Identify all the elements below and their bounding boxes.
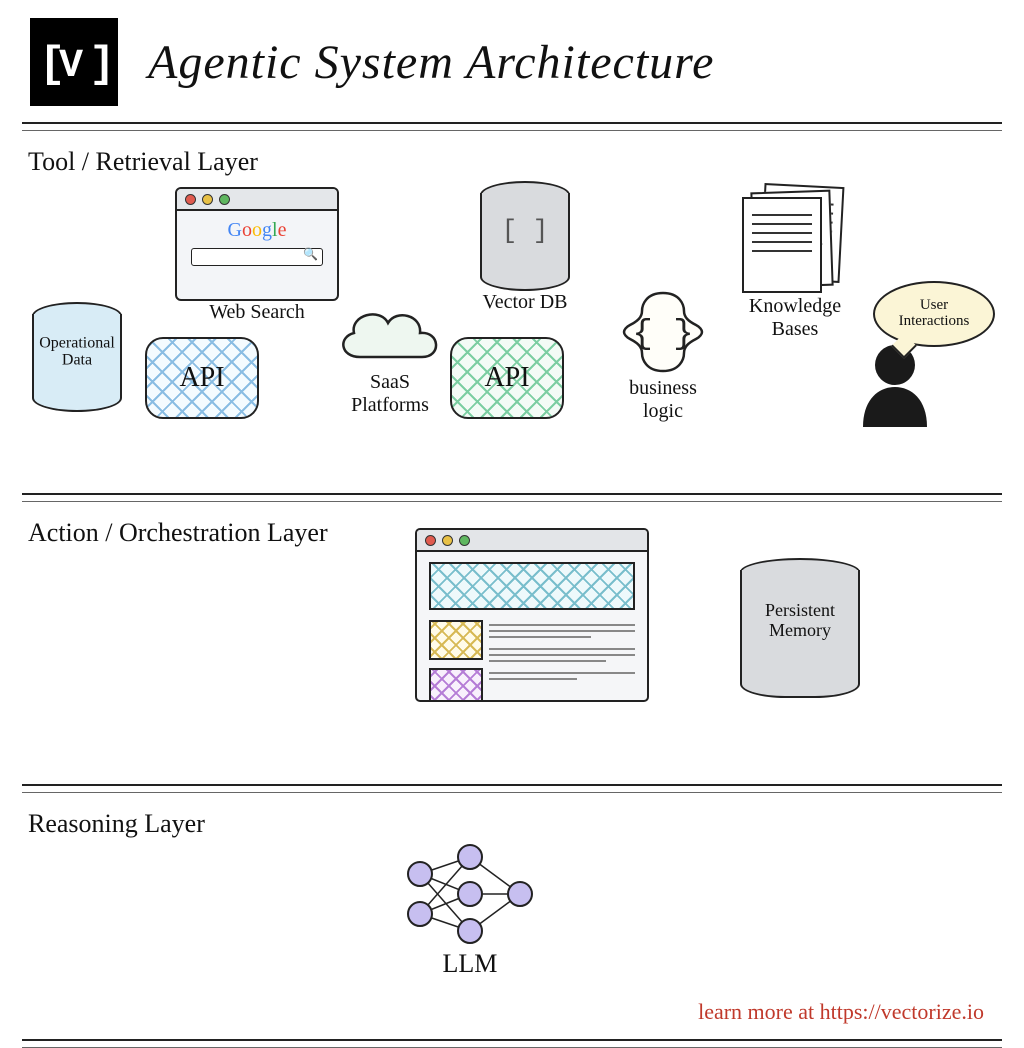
web-search-item: Google Web Search	[175, 187, 339, 324]
api-green-item: API	[450, 337, 564, 419]
saas-label: SaaS Platforms	[351, 371, 429, 417]
divider-thin	[22, 501, 1002, 502]
vector-db-label: Vector DB	[483, 291, 568, 314]
divider-thin	[22, 130, 1002, 131]
business-logic-label: business logic	[629, 377, 697, 423]
section-heading-reasoning: Reasoning Layer	[28, 809, 1024, 839]
cloud-icon	[330, 299, 450, 371]
hero-placeholder	[429, 562, 635, 610]
browser-icon: Google	[175, 187, 339, 301]
knowledge-bases-label: Knowledge Bases	[749, 295, 841, 341]
divider	[22, 1039, 1002, 1041]
window-min-icon	[202, 194, 213, 205]
database-icon: [ ]	[480, 181, 570, 291]
header: [ V ] Agentic System Architecture	[0, 0, 1024, 116]
thumb-placeholder	[429, 620, 483, 660]
persistent-memory-label: Persistent Memory	[740, 601, 860, 641]
database-icon: Persistent Memory	[740, 558, 860, 698]
reasoning-layer: LLM learn more at https://vectorize.io	[0, 849, 1024, 1039]
window-close-icon	[185, 194, 196, 205]
browser-titlebar	[177, 189, 337, 211]
action-orchestration-layer: Persistent Memory	[0, 558, 1024, 778]
knowledge-bases-item: Knowledge Bases	[740, 185, 850, 341]
app-window-icon	[415, 528, 649, 702]
divider	[22, 493, 1002, 495]
svg-text:]: ]	[89, 40, 109, 88]
svg-text:{ }: { }	[632, 316, 693, 354]
api-blue-label: API	[179, 362, 224, 394]
text-placeholder	[489, 620, 635, 702]
user-interactions-label: User Interactions	[899, 298, 970, 330]
api-blue-item: API	[145, 337, 259, 419]
ui-window-item	[415, 528, 649, 702]
search-input-icon	[191, 248, 323, 266]
svg-text:V: V	[59, 44, 83, 88]
database-icon: Operational Data	[32, 302, 122, 412]
api-chip-icon: API	[450, 337, 564, 419]
divider-thin	[22, 792, 1002, 793]
operational-data-inner-label: Operational Data	[32, 334, 122, 369]
vector-db-item: [ ] Vector DB	[480, 181, 570, 314]
thumb-placeholder	[429, 668, 483, 702]
speech-bubble-icon: User Interactions	[873, 281, 995, 347]
operational-data-item: Operational Data	[32, 302, 122, 412]
window-min-icon	[442, 535, 453, 546]
logo-v-icon: [ V ]	[39, 36, 109, 88]
documents-icon	[740, 185, 850, 295]
window-max-icon	[219, 194, 230, 205]
saas-item: SaaS Platforms	[330, 299, 450, 417]
divider	[22, 784, 1002, 786]
footer-link[interactable]: learn more at https://vectorize.io	[698, 999, 984, 1025]
persistent-memory-item: Persistent Memory	[740, 558, 860, 698]
api-chip-icon: API	[145, 337, 259, 419]
web-search-label: Web Search	[209, 301, 305, 324]
tool-retrieval-layer: Google Web Search [ ] Vector DB Knowledg…	[0, 187, 1024, 487]
google-logo: Google	[177, 219, 337, 242]
api-green-label: API	[484, 362, 529, 394]
window-close-icon	[425, 535, 436, 546]
window-max-icon	[459, 535, 470, 546]
vector-db-glyph: [ ]	[480, 216, 570, 245]
llm-label: LLM	[443, 949, 498, 979]
page-title: Agentic System Architecture	[148, 35, 714, 90]
user-interactions-item: User Interactions	[855, 307, 965, 427]
braces-icon: { }	[618, 287, 708, 377]
user-icon: User Interactions	[855, 307, 965, 427]
logo-badge: [ V ]	[30, 18, 118, 106]
neural-network-icon	[400, 839, 540, 949]
divider	[22, 122, 1002, 124]
llm-item: LLM	[400, 839, 540, 979]
business-logic-item: { } business logic	[618, 287, 708, 423]
section-heading-tool: Tool / Retrieval Layer	[28, 147, 1024, 177]
